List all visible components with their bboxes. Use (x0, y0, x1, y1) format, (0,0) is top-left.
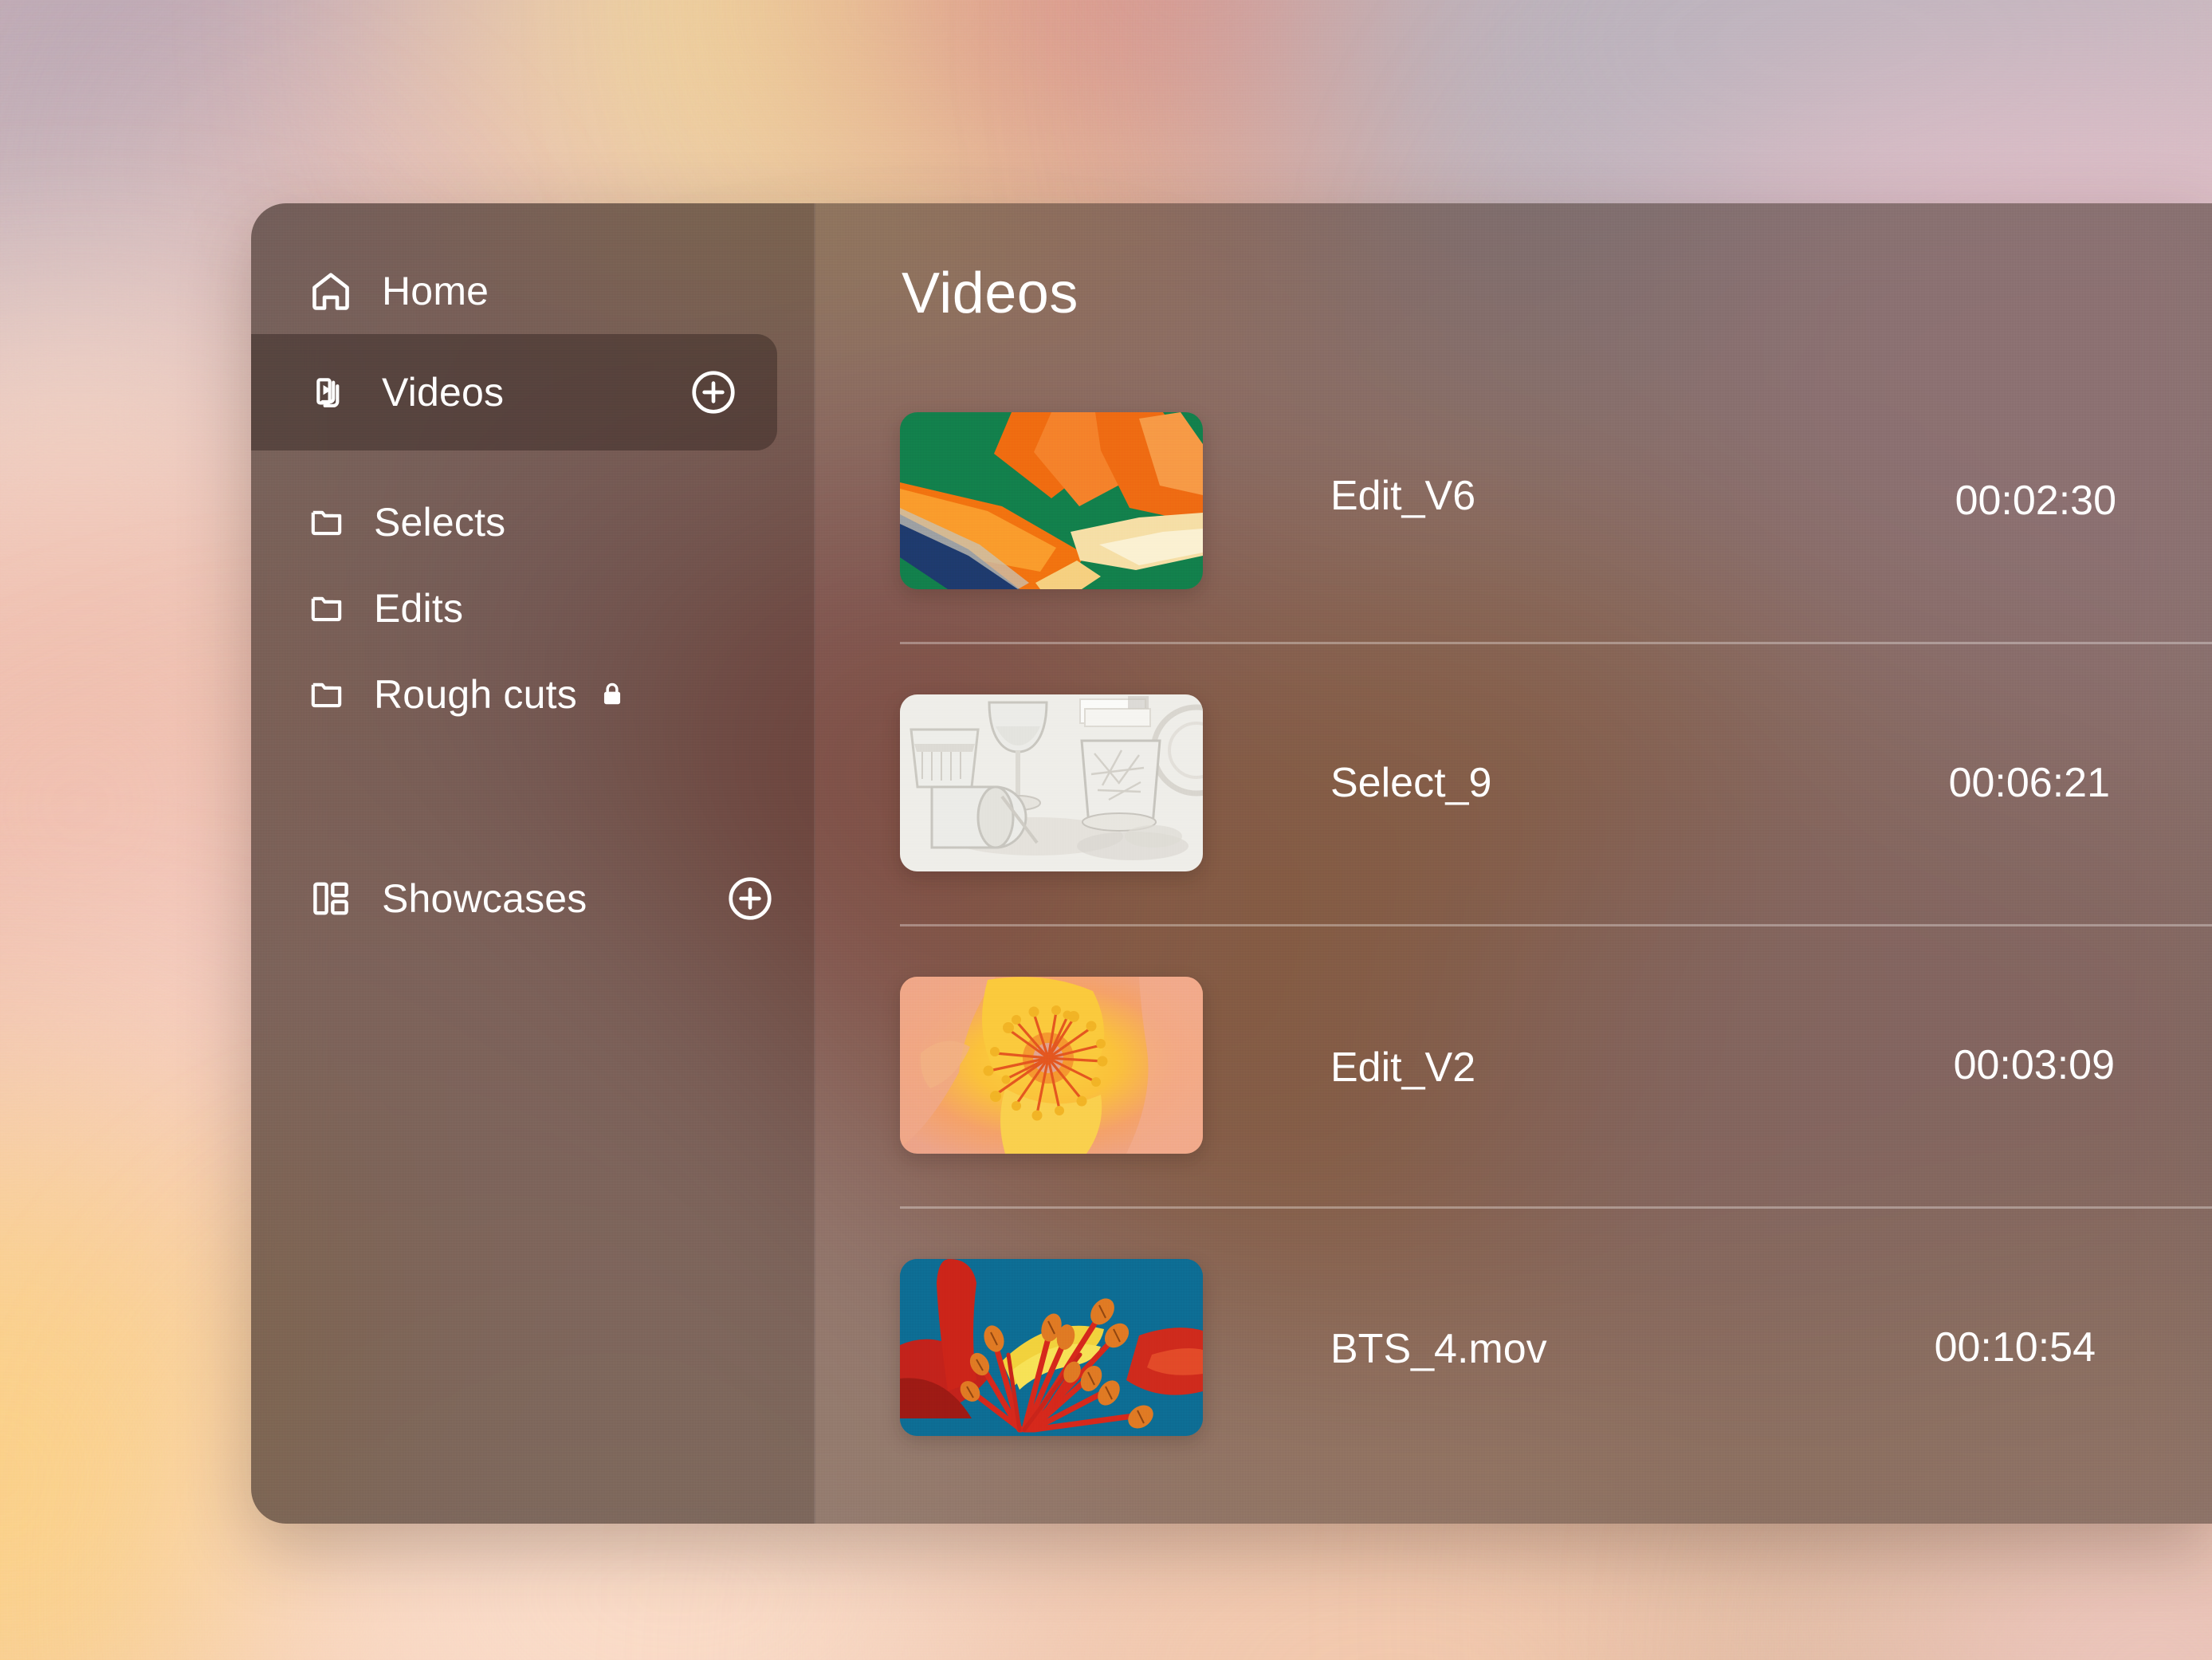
sidebar-item-label: Rough cuts (374, 672, 577, 717)
video-title: Edit_V2 (1330, 1044, 1476, 1091)
sidebar-item-label: Home (382, 269, 489, 313)
sidebar-item-home[interactable]: Home (251, 248, 814, 334)
video-list-item[interactable]: BTS_4.mov 00:10:54 (900, 1206, 2212, 1489)
showcase-grid-icon (307, 875, 355, 922)
sidebar-item-selects[interactable]: Selects (251, 479, 814, 565)
folder-icon (307, 588, 348, 629)
sidebar-item-rough-cuts[interactable]: Rough cuts (251, 651, 814, 738)
sidebar-item-label: Videos (382, 370, 505, 415)
app-panel: Home Videos Selects Edits Rough cuts Sho… (251, 203, 2212, 1524)
home-icon (307, 267, 355, 315)
lock-icon (598, 679, 628, 710)
sidebar-item-showcases[interactable]: Showcases (251, 856, 814, 942)
sidebar-item-videos[interactable]: Videos (251, 334, 777, 450)
sidebar-item-label: Showcases (382, 876, 587, 921)
sidebar-item-edits[interactable]: Edits (251, 565, 814, 651)
video-list-item[interactable]: Edit_V2 00:03:09 (900, 924, 2212, 1206)
add-video-button[interactable] (688, 367, 739, 418)
video-list: Edit_V6 00:02:30 Select_9 00:06:21 Edit_… (900, 360, 2212, 1489)
add-showcase-button[interactable] (725, 873, 776, 924)
video-stack-icon (307, 368, 355, 416)
video-duration: 00:02:30 (1955, 478, 2116, 524)
video-thumbnail[interactable] (900, 977, 1203, 1154)
video-list-item[interactable]: Select_9 00:06:21 (900, 642, 2212, 924)
video-title: Edit_V6 (1330, 473, 1476, 519)
main-content: Videos Edit_V6 00:02:30 Select_9 00:06:2… (815, 203, 2212, 1524)
video-title: Select_9 (1330, 760, 1492, 806)
video-duration: 00:06:21 (1948, 760, 2110, 806)
sidebar-divider-gap (251, 450, 814, 479)
sidebar-section-gap (251, 738, 814, 856)
video-thumbnail[interactable] (900, 694, 1203, 871)
video-duration: 00:10:54 (1934, 1324, 2096, 1371)
folder-icon (307, 502, 348, 543)
folder-icon (307, 674, 348, 715)
video-duration: 00:03:09 (1953, 1042, 2115, 1088)
video-thumbnail[interactable] (900, 412, 1203, 589)
video-title: BTS_4.mov (1330, 1326, 1547, 1372)
video-list-item[interactable]: Edit_V6 00:02:30 (900, 360, 2212, 642)
page-title: Videos (902, 262, 1078, 325)
sidebar-item-label: Selects (374, 500, 506, 545)
video-thumbnail[interactable] (900, 1259, 1203, 1436)
sidebar-item-label: Edits (374, 586, 464, 631)
sidebar: Home Videos Selects Edits Rough cuts Sho… (251, 203, 815, 1524)
app-window: Home Videos Selects Edits Rough cuts Sho… (0, 0, 2212, 1660)
